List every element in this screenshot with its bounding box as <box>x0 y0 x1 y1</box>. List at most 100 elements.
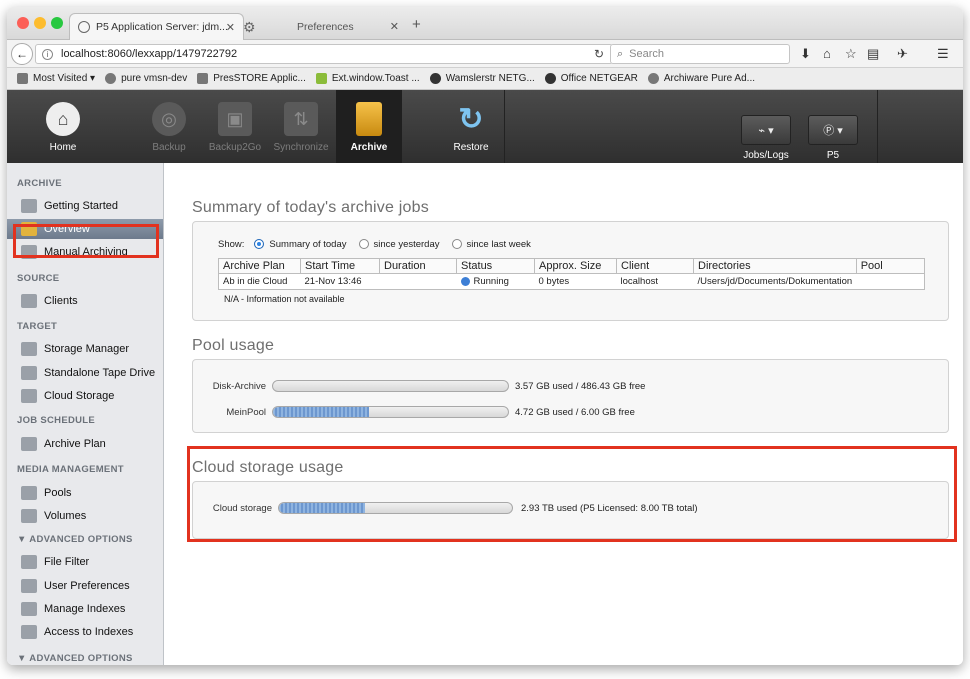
bookmark-label: PresSTORE Applic... <box>213 73 306 84</box>
sidebar-item-archive-plan[interactable]: Archive Plan <box>7 434 163 454</box>
cell-duration <box>380 274 457 290</box>
user-preferences-icon <box>21 579 37 593</box>
close-tab-icon[interactable]: ✕ <box>390 20 399 33</box>
bookmark-label: pure vmsn-dev <box>121 73 188 84</box>
minimize-window-button[interactable] <box>34 17 46 29</box>
bookmark-item[interactable]: Archiware Pure Ad... <box>647 73 755 84</box>
access-indexes-icon <box>21 625 37 639</box>
toolbar-restore-button[interactable]: ↻ Restore <box>439 90 503 163</box>
bookmark-star-icon[interactable]: ☆ <box>845 46 857 62</box>
column-header[interactable]: Status <box>456 258 535 274</box>
info-icon[interactable]: i <box>42 48 53 60</box>
cell-directories: /Users/jd/Documents/Dokumentation <box>697 276 853 287</box>
column-header[interactable]: Directories <box>693 258 857 274</box>
toolbar-label: Archive <box>350 142 388 153</box>
pool-usage-text: 3.57 GB used / 486.43 GB free <box>515 380 646 392</box>
url-bar[interactable]: i localhost:8060/lexxapp/1479722792 ↻ <box>35 44 613 64</box>
manage-indexes-icon <box>21 602 37 616</box>
app-toolbar: ⌂ Home ◎ Backup ▣ Backup2Go ⇅ Synchroniz… <box>7 90 963 163</box>
column-header[interactable]: Archive Plan <box>218 258 301 274</box>
sidebar-item-label: File Filter <box>44 556 90 568</box>
sidebar-item-label: Pools <box>44 487 72 499</box>
bookmarks-bar: Most Visited ▾ pure vmsn-dev PresSTORE A… <box>7 68 963 90</box>
reload-icon[interactable]: ↻ <box>594 47 604 61</box>
toolbar-backup2go-button[interactable]: ▣ Backup2Go <box>203 90 267 163</box>
column-header[interactable]: Approx. Size <box>534 258 617 274</box>
bookmark-label: Archiware Pure Ad... <box>663 73 755 84</box>
sidebar-item-label: Archive Plan <box>44 438 106 450</box>
column-header[interactable]: Duration <box>379 258 457 274</box>
sidebar-item-cloud-storage[interactable]: Cloud Storage <box>7 386 163 406</box>
cell-start: 21-Nov 13:46 <box>304 276 362 287</box>
column-header[interactable]: Pool <box>856 258 925 274</box>
sidebar-item-manage-indexes[interactable]: Manage Indexes <box>7 599 163 619</box>
sidebar-item-clients[interactable]: Clients <box>7 291 163 311</box>
sidebar-item-access-to-indexes[interactable]: Access to Indexes <box>7 622 163 642</box>
search-input[interactable]: ⌕ Search <box>610 44 790 64</box>
gear-icon[interactable]: ⚙ <box>243 19 256 36</box>
sidebar-item-label: Getting Started <box>44 200 118 212</box>
bookmark-item[interactable]: Ext.window.Toast ... <box>315 73 420 84</box>
jobs-logs-button[interactable]: ⌁ ▾ <box>741 115 791 145</box>
sidebar-item-volumes[interactable]: Volumes <box>7 506 163 526</box>
toolbar-divider <box>504 90 505 163</box>
toolbar-backup-button[interactable]: ◎ Backup <box>137 90 201 163</box>
sidebar-item-label: Manage Indexes <box>44 603 126 615</box>
summary-panel: Show: Summary of today since yesterday s… <box>192 221 949 321</box>
filter-icon <box>21 555 37 569</box>
pool-usage-bar <box>272 380 509 392</box>
sidebar-item-pools[interactable]: Pools <box>7 483 163 503</box>
tab-preferences[interactable]: Preferences ✕ <box>257 13 407 40</box>
bookmark-item[interactable]: Wamslerstr NETG... <box>429 73 535 84</box>
toolbar-label: Backup <box>152 142 186 153</box>
menu-icon[interactable]: ☰ <box>937 46 949 62</box>
close-window-button[interactable] <box>17 17 29 29</box>
sidebar-item-label: Volumes <box>44 510 87 522</box>
cell-size: 0 bytes <box>538 276 570 287</box>
reader-icon[interactable]: ▤ <box>867 46 879 62</box>
cell-client: localhost <box>620 276 659 287</box>
p5-menu-button[interactable]: Ⓟ ▾ <box>808 115 858 145</box>
pools-icon <box>21 486 37 500</box>
bookmark-item[interactable]: Office NETGEAR <box>544 73 638 84</box>
radio-summary-today[interactable]: Summary of today <box>254 239 347 250</box>
zoom-window-button[interactable] <box>51 17 63 29</box>
bookmark-label: Ext.window.Toast ... <box>331 73 420 84</box>
bookmark-item[interactable]: PresSTORE Applic... <box>197 73 306 84</box>
section-advanced-options[interactable]: ▼ ADVANCED OPTIONS <box>17 534 133 545</box>
close-tab-icon[interactable]: ✕ <box>226 21 235 34</box>
back-arrow-icon[interactable]: ← <box>11 43 33 65</box>
download-icon[interactable]: ⬇ <box>800 46 811 62</box>
column-header[interactable]: Client <box>616 258 694 274</box>
tab-title: P5 Application Server: jdm... <box>96 21 228 33</box>
sidebar-item-label: User Preferences <box>44 580 130 592</box>
bookmark-label: Most Visited ▾ <box>33 73 96 84</box>
toolbar-archive-button[interactable]: Archive <box>336 90 402 163</box>
bookmark-item[interactable]: pure vmsn-dev <box>105 73 187 84</box>
sidebar-item-file-filter[interactable]: File Filter <box>7 552 163 572</box>
restore-icon: ↻ <box>458 102 484 136</box>
bookmark-label: Wamslerstr NETG... <box>445 73 535 84</box>
sidebar-item-getting-started[interactable]: Getting Started <box>7 196 163 216</box>
bookmark-item[interactable]: Most Visited ▾ <box>17 73 95 84</box>
tab-p5-application[interactable]: P5 Application Server: jdm... ✕ <box>69 13 244 40</box>
navigation-bar: ← i localhost:8060/lexxapp/1479722792 ↻ … <box>7 40 963 68</box>
table-row[interactable]: Ab in die Cloud 21-Nov 13:46 Running 0 b… <box>219 274 925 290</box>
show-filter: Show: Summary of today since yesterday s… <box>218 239 531 250</box>
toolbar-home-button[interactable]: ⌂ Home <box>31 90 95 163</box>
sidebar-item-standalone-tape-drive[interactable]: Standalone Tape Drive <box>7 363 163 383</box>
section-advanced-options-2[interactable]: ▼ ADVANCED OPTIONS <box>17 653 133 664</box>
jobs-logs-label: Jobs/Logs <box>743 150 789 161</box>
cloud-storage-highlight <box>13 224 159 258</box>
radio-since-last-week[interactable]: since last week <box>451 239 531 250</box>
sidebar-item-user-preferences[interactable]: User Preferences <box>7 576 163 596</box>
home-icon[interactable]: ⌂ <box>823 46 831 61</box>
radio-since-yesterday[interactable]: since yesterday <box>358 239 440 250</box>
column-header[interactable]: Start Time <box>300 258 380 274</box>
pool-row: Disk-Archive 3.57 GB used / 486.43 GB fr… <box>193 380 645 392</box>
archiware-icon <box>197 73 209 84</box>
new-tab-icon[interactable]: + <box>412 16 421 33</box>
sidebar-item-storage-manager[interactable]: Storage Manager <box>7 339 163 359</box>
toolbar-synchronize-button[interactable]: ⇅ Synchronize <box>269 90 333 163</box>
extension-icon[interactable]: ✈ <box>897 46 908 62</box>
